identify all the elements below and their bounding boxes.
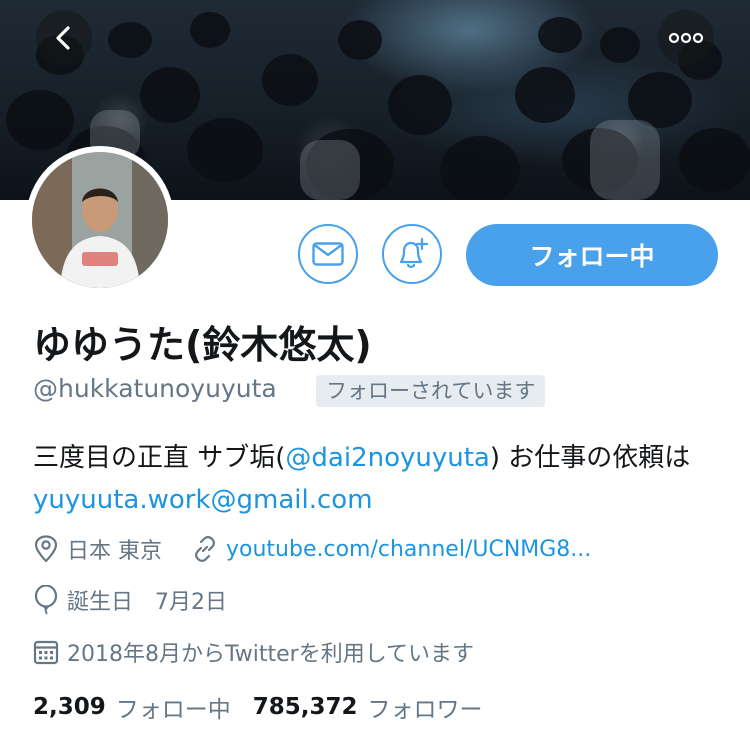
bio: 三度目の正直 サブ垢(@dai2noyuyuta) お仕事の依頼は yuyuuta… — [33, 437, 723, 521]
display-name: ゆゆうた(鈴木悠太) — [33, 323, 372, 367]
following-label: フォロー中 — [115, 697, 231, 723]
user-handle: @hukkatunoyuyuta — [33, 374, 277, 403]
joined-text: 2018年8月からTwitterを利用しています — [67, 642, 475, 667]
bio-email-link[interactable]: yuyuuta.work@gmail.com — [33, 485, 373, 515]
more-options-icon — [668, 32, 704, 44]
joined-row: 2018年8月からTwitterを利用しています — [33, 636, 474, 668]
birthday-text: 誕生日 7月2日 — [67, 590, 227, 615]
followers-count: 785,372 — [252, 694, 358, 720]
avatar-photo — [32, 152, 168, 288]
birthday-row: 誕生日 7月2日 — [33, 584, 227, 616]
bell-plus-icon — [399, 237, 429, 269]
message-button[interactable] — [298, 224, 358, 284]
follows-you-badge: フォローされています — [316, 375, 546, 407]
avatar-image — [32, 152, 168, 288]
following-count: 2,309 — [33, 694, 106, 720]
bio-mention-link[interactable]: @dai2noyuyuta — [285, 443, 489, 473]
bio-text: ) お仕事の依頼は — [489, 443, 691, 473]
followers-label: フォロワー — [367, 697, 483, 723]
more-options-button[interactable] — [658, 10, 714, 66]
following-stat[interactable]: 2,309 フォロー中 — [33, 690, 231, 724]
back-button[interactable] — [36, 10, 92, 66]
location-pin-icon — [34, 535, 58, 563]
followers-stat[interactable]: 785,372 フォロワー — [253, 690, 483, 724]
link-icon — [195, 536, 215, 562]
follow-stats: 2,309 フォロー中 785,372 フォロワー — [33, 690, 483, 724]
calendar-icon — [33, 640, 59, 665]
balloon-icon — [34, 585, 58, 615]
avatar[interactable] — [26, 146, 174, 294]
bio-text: 三度目の正直 サブ垢( — [33, 443, 286, 473]
location-text: 日本 東京 — [67, 539, 162, 564]
following-button[interactable]: フォロー中 — [466, 224, 718, 286]
website-link[interactable]: youtube.com/channel/UCNMG8... — [192, 536, 591, 562]
notify-button[interactable] — [382, 224, 442, 284]
back-chevron-icon — [56, 26, 70, 50]
website-url[interactable]: youtube.com/channel/UCNMG8... — [226, 537, 591, 562]
mail-icon — [312, 242, 344, 266]
location-row: 日本 東京 youtube.com/channel/UCNMG8... — [33, 533, 591, 565]
